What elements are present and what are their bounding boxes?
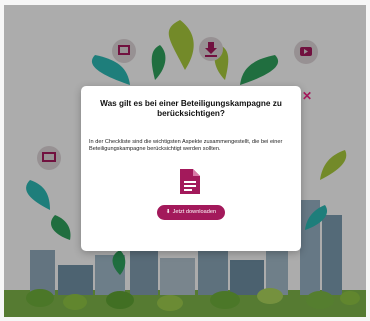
download-button-label: Jetzt downloaden [172,209,217,215]
modal-title: Was gilt es bei einer Beteiligungskampag… [100,99,282,118]
document-icon [180,169,200,194]
download-button[interactable]: ⬇ Jetzt downloaden [157,205,225,220]
close-icon[interactable]: ✕ [301,90,313,102]
modal-description: In der Checkliste sind die wichtigsten A… [89,139,283,152]
download-arrow-icon: ⬇ [165,209,171,215]
landing-page: Was gilt es bei einer Beteiligungskampag… [0,0,370,321]
download-modal: Was gilt es bei einer Beteiligungskampag… [81,86,301,251]
